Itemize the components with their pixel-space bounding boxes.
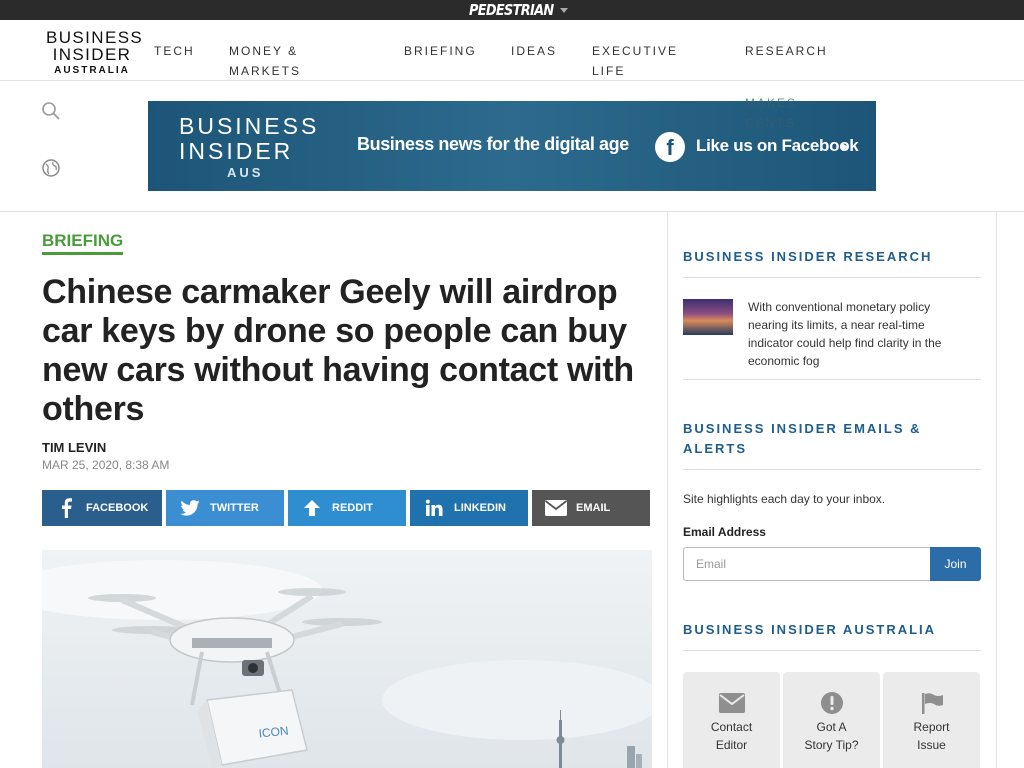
alerts-heading-line2: ALERTS (683, 441, 747, 456)
research-rule (683, 277, 981, 278)
contact-editor-tile[interactable]: Contact Editor (683, 672, 780, 768)
facebook-icon: f (655, 132, 685, 162)
nav-makes-label[interactable]: MAKES (745, 96, 797, 110)
nav-money-label[interactable]: MONEY & (229, 44, 298, 58)
flag-icon (921, 693, 943, 714)
contact-editor-line2: Editor (715, 738, 748, 752)
banner-logo-aus: AUS (227, 165, 264, 180)
drone-illustration: ICON (42, 560, 652, 768)
reddit-arrow-icon (300, 498, 324, 518)
share-facebook-label: FACEBOOK (86, 502, 149, 514)
logo-line-insider[interactable]: INSIDER (46, 46, 138, 63)
envelope-icon (718, 693, 745, 713)
pedestrian-network-menu[interactable]: PEDESTRIAN (469, 0, 569, 20)
twitter-icon (178, 498, 202, 518)
logo-line-australia[interactable]: AUSTRALIA (46, 65, 138, 77)
join-button[interactable]: Join (930, 547, 981, 581)
nav-makes-cents[interactable]: MAKES CENTS (745, 93, 797, 133)
share-reddit-label: REDDIT (332, 502, 373, 514)
banner-logo-business: BUSINESS (179, 113, 320, 139)
email-field[interactable]: Email (683, 547, 931, 581)
chevron-down-icon[interactable] (560, 7, 569, 13)
article-author[interactable]: TIM LEVIN (42, 440, 106, 455)
banner-tagline: Business news for the digital age (357, 134, 629, 154)
envelope-icon (544, 498, 568, 518)
story-tip-line2: Story Tip? (804, 738, 859, 752)
nav-markets-label[interactable]: MARKETS (229, 64, 301, 78)
nav-executive-label[interactable]: EXECUTIVE (592, 44, 678, 58)
search-icon[interactable] (41, 101, 61, 121)
article-headline: Chinese carmaker Geely will airdrop car … (42, 273, 634, 428)
alerts-heading-line1: BUSINESS INSIDER EMAILS & (683, 421, 922, 436)
nav-executive-life[interactable]: EXECUTIVE LIFE (592, 41, 678, 81)
share-twitter-label: TWITTER (210, 502, 259, 514)
nav-life-label[interactable]: LIFE (592, 64, 625, 78)
alerts-heading: BUSINESS INSIDER EMAILS & ALERTS (683, 419, 922, 459)
contact-editor-line1: Contact (710, 720, 753, 734)
linkedin-icon (422, 498, 446, 518)
report-issue-line2: Issue (917, 738, 946, 752)
logo-line-business[interactable]: BUSINESS (46, 29, 142, 46)
network-bar: PEDESTRIAN (0, 0, 1024, 20)
research-bottom-rule (683, 379, 981, 380)
research-item-link[interactable]: With conventional monetary policy nearin… (748, 298, 973, 370)
share-email-button[interactable]: EMAIL (532, 490, 650, 526)
share-linkedin-button[interactable]: LINKEDIN (410, 490, 528, 526)
nav-cents-label[interactable]: CENTS (745, 116, 796, 130)
banner-logo-insider: INSIDER (179, 138, 294, 164)
alerts-description: Site highlights each day to your inbox. (683, 492, 886, 506)
story-tip-line1: Got A (816, 720, 847, 734)
share-twitter-button[interactable]: TWITTER (166, 490, 284, 526)
nav-briefing-label[interactable]: BRIEFING (404, 44, 477, 58)
nav-briefing[interactable]: BRIEFING (404, 41, 477, 61)
banner-cta[interactable]: Like us on Facebook (696, 136, 859, 156)
share-facebook-button[interactable]: FACEBOOK (42, 490, 162, 526)
alerts-rule (683, 469, 981, 470)
nav-ideas-label[interactable]: IDEAS (511, 44, 557, 58)
globe-icon[interactable] (41, 158, 61, 178)
email-address-label: Email Address (683, 525, 766, 539)
share-email-label: EMAIL (576, 502, 611, 514)
research-heading[interactable]: BUSINESS INSIDER RESEARCH (683, 247, 932, 267)
report-issue-line1: Report (913, 720, 950, 734)
article-hero-image: ICON (42, 550, 652, 768)
article-category[interactable]: BRIEFING (42, 230, 124, 255)
article-date: MAR 25, 2020, 8:38 AM (42, 458, 170, 472)
nav-research-label[interactable]: RESEARCH (745, 44, 828, 58)
australia-rule (683, 650, 981, 651)
facebook-icon (54, 498, 78, 518)
report-issue-tile[interactable]: Report Issue (883, 672, 980, 768)
australia-heading: BUSINESS INSIDER AUSTRALIA (683, 622, 937, 637)
nav-money-markets[interactable]: MONEY & MARKETS (229, 41, 301, 81)
nav-ideas[interactable]: IDEAS (511, 41, 557, 61)
share-linkedin-label: LINKEDIN (454, 502, 506, 514)
nav-tech-label[interactable]: TECH (154, 44, 195, 58)
site-logo[interactable]: BUSINESS INSIDER AUSTRALIA (46, 29, 142, 77)
pedestrian-logo[interactable]: PEDESTRIAN (469, 1, 554, 19)
play-arrow-icon (842, 143, 848, 151)
exclamation-icon (820, 692, 843, 714)
nav-research[interactable]: RESEARCH (745, 41, 828, 61)
site-header: BUSINESS INSIDER AUSTRALIA TECH MONEY & … (0, 20, 1024, 81)
share-reddit-button[interactable]: REDDIT (288, 490, 406, 526)
nav-tech[interactable]: TECH (154, 41, 195, 61)
research-thumbnail[interactable] (683, 299, 733, 335)
story-tip-tile[interactable]: Got A Story Tip? (783, 672, 880, 768)
